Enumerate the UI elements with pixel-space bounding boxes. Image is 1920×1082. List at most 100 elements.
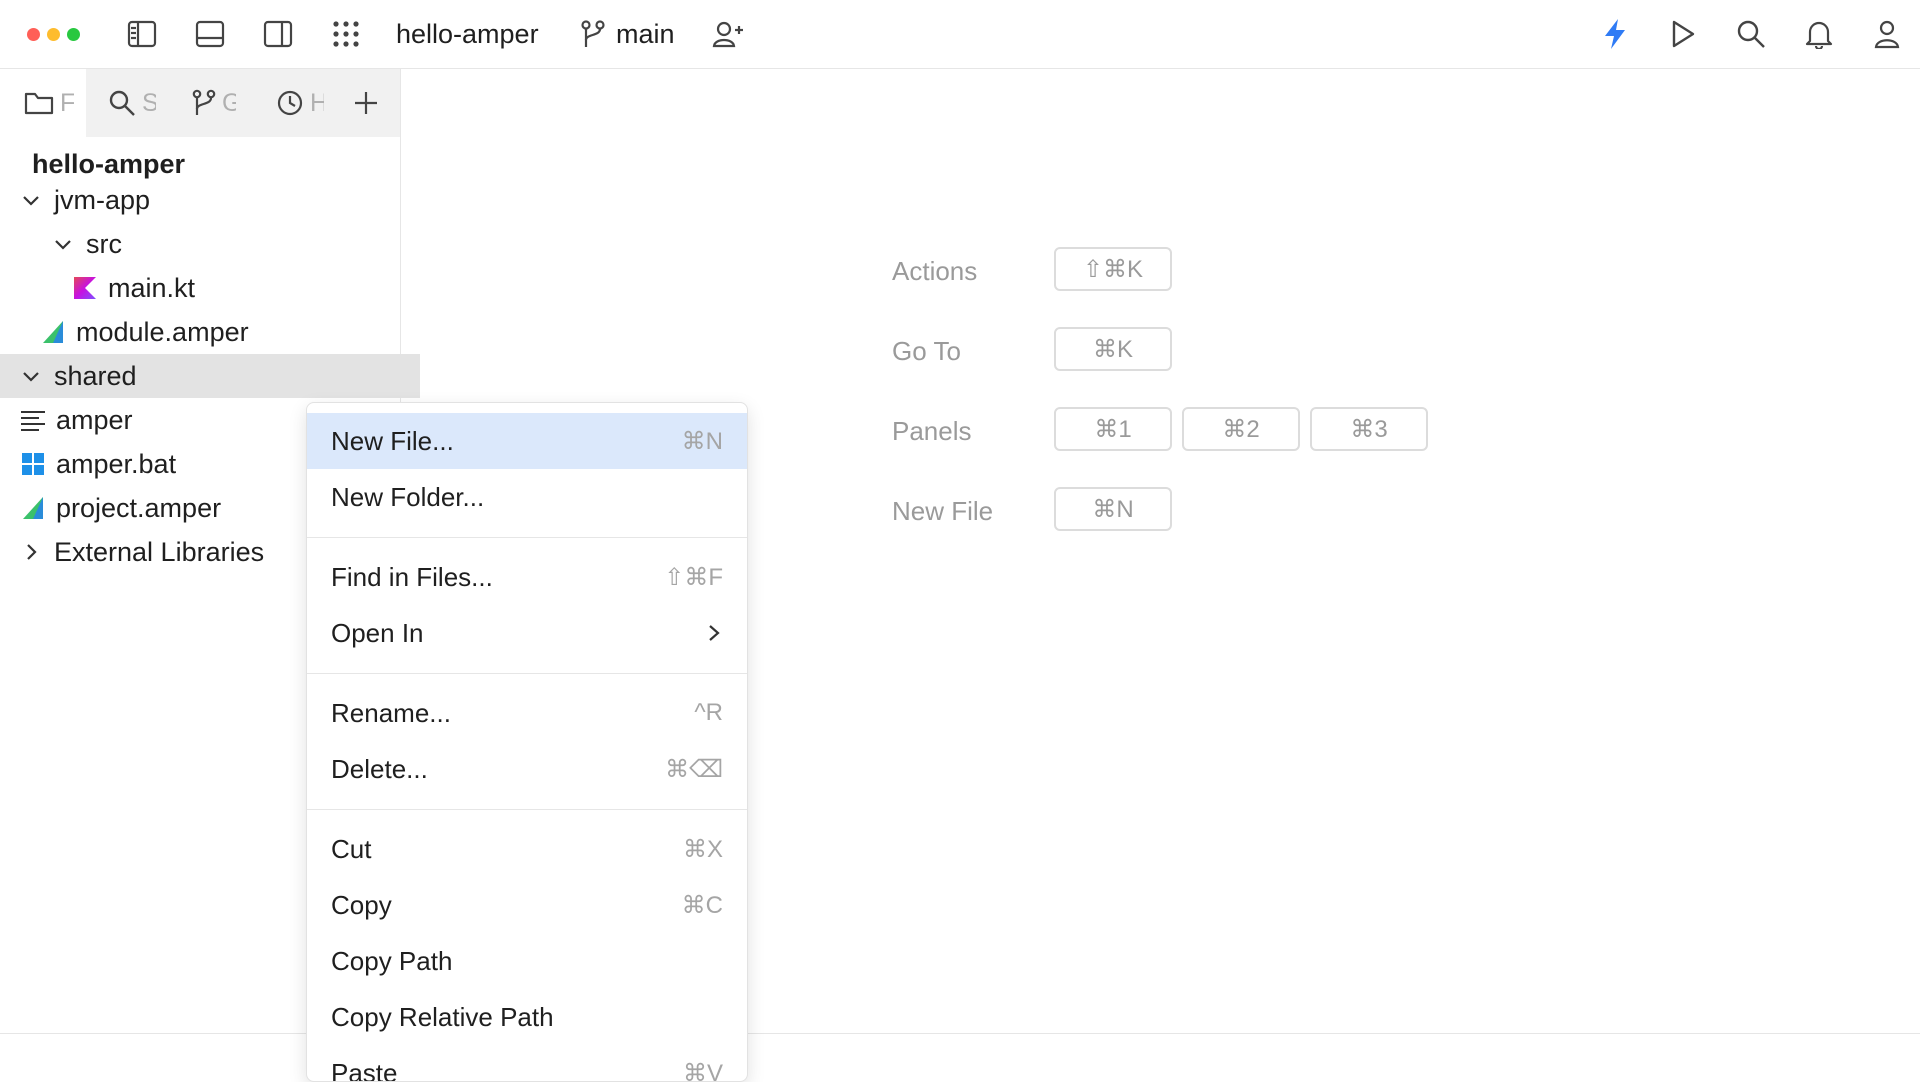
chevron-down-icon[interactable] [20,189,42,211]
menu-item-label: Open In [331,618,424,649]
minimize-window-button[interactable] [47,28,60,41]
status-bar-divider [0,1033,1920,1034]
amper-file-icon [40,319,66,345]
menu-item-find-in-files[interactable]: Find in Files... ⇧⌘F [307,549,747,605]
add-tab-button[interactable] [352,87,380,119]
run-icon[interactable] [1663,14,1703,54]
menu-item-rename[interactable]: Rename... ^R [307,685,747,741]
tab-search-label: S [142,89,156,118]
kotlin-file-icon [72,275,98,301]
menu-separator [307,537,747,538]
user-icon[interactable] [1867,14,1907,54]
menu-item-open-in[interactable]: Open In [307,605,747,661]
tree-item-label: External Libraries [54,537,264,568]
tab-files-button[interactable]: F [24,87,74,119]
lightning-icon[interactable] [1595,14,1635,54]
menu-item-shortcut: ⌘⌫ [665,755,723,784]
menu-item-shortcut: ⇧⌘F [664,563,723,592]
menu-item-copy[interactable]: Copy ⌘C [307,877,747,933]
tree-item-jvm-app[interactable]: jvm-app [0,178,420,222]
shortcut-key: ⌘3 [1310,407,1428,451]
bell-icon[interactable] [1799,14,1839,54]
text-file-icon [20,407,46,433]
tree-item-label: src [86,229,122,260]
menu-item-label: Find in Files... [331,562,493,593]
clock-icon [276,89,304,117]
chevron-right-icon[interactable] [20,541,42,563]
plus-icon [352,89,380,117]
menu-item-copy-relative-path[interactable]: Copy Relative Path [307,989,747,1045]
menu-item-label: New Folder... [331,482,484,513]
tree-item-label: main.kt [108,273,195,304]
menu-item-cut[interactable]: Cut ⌘X [307,821,747,877]
shortcut-key: ⌘1 [1054,407,1172,451]
toggle-right-panel-icon[interactable] [258,14,298,54]
branch-icon [573,14,613,54]
tree-item-label: project.amper [56,493,221,524]
shortcut-label-new-file: New File [892,496,993,527]
menu-item-label: Copy [331,890,392,921]
tree-item-label: shared [54,361,137,392]
shortcut-label-panels: Panels [892,416,972,447]
menu-item-label: New File... [331,426,454,457]
menu-item-delete[interactable]: Delete... ⌘⌫ [307,741,747,797]
tool-window-tabs: F S G H [0,69,401,137]
menu-item-new-file[interactable]: New File... ⌘N [307,413,747,469]
context-menu: New File... ⌘N New Folder... Find in Files.… [306,402,748,1082]
title-bar: hello-amper main [0,0,1920,69]
shortcut-key: ⇧⌘K [1054,247,1172,291]
tab-git-label: G [222,89,236,118]
branch-icon [192,89,216,117]
toggle-bottom-panel-icon[interactable] [190,14,230,54]
menu-item-shortcut: ⌘C [682,891,723,920]
tree-item-shared[interactable]: shared [0,354,420,398]
amper-file-icon [20,495,46,521]
shortcut-key: ⌘N [1054,487,1172,531]
search-icon [108,89,136,117]
tab-search[interactable]: S [108,87,156,119]
chevron-down-icon[interactable] [20,365,42,387]
tree-item-main-kt[interactable]: main.kt [0,266,472,310]
tree-item-label: module.amper [76,317,249,348]
project-selector[interactable]: hello-amper [396,16,539,52]
menu-item-shortcut: ⌘N [682,427,723,456]
branch-selector[interactable]: main [616,16,675,52]
menu-item-label: Cut [331,834,371,865]
menu-item-new-folder[interactable]: New Folder... [307,469,747,525]
tree-item-label: jvm-app [54,185,150,216]
close-window-button[interactable] [27,28,40,41]
menu-item-shortcut: ⌘V [683,1059,723,1082]
menu-item-shortcut: ⌘X [683,835,723,864]
shortcut-key: ⌘2 [1182,407,1300,451]
menu-item-shortcut: ^R [694,699,723,727]
folder-icon [24,90,54,116]
tree-item-label: amper.bat [56,449,176,480]
tree-item-module-amper[interactable]: module.amper [0,310,440,354]
menu-item-label: Copy Path [331,946,452,977]
windows-file-icon [20,451,46,477]
toggle-left-panel-icon[interactable] [122,14,162,54]
menu-item-label: Rename... [331,698,451,729]
zoom-window-button[interactable] [67,28,80,41]
apps-grid-icon[interactable] [326,14,366,54]
tab-history[interactable]: H [276,87,324,119]
menu-separator [307,809,747,810]
tree-item-src[interactable]: src [0,222,452,266]
search-icon[interactable] [1731,14,1771,54]
shortcut-label-actions: Actions [892,256,977,287]
chevron-right-icon [705,623,723,643]
shortcut-key: ⌘K [1054,327,1172,371]
tab-git[interactable]: G [192,87,236,119]
tab-history-label: H [310,89,324,118]
add-user-icon[interactable] [708,14,748,54]
project-root-label: hello-amper [32,149,185,180]
menu-separator [307,673,747,674]
menu-item-label: Paste [331,1058,398,1082]
tree-item-label: amper [56,405,133,436]
tab-files-label: F [60,89,74,118]
chevron-down-icon[interactable] [52,233,74,255]
menu-item-copy-path[interactable]: Copy Path [307,933,747,989]
menu-item-paste[interactable]: Paste ⌘V [307,1045,747,1082]
menu-item-label: Copy Relative Path [331,1002,554,1033]
menu-item-label: Delete... [331,754,428,785]
